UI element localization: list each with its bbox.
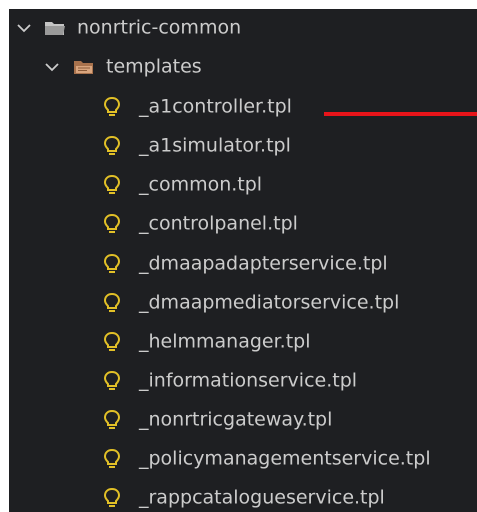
tree-file-item[interactable]: _helmmanager.tpl [9, 323, 477, 361]
file-explorer-panel: nonrtric-common templates _a1controller.… [9, 9, 477, 512]
lightbulb-icon [103, 96, 121, 116]
tree-file-item[interactable]: _dmaapmediatorservice.tpl [9, 284, 477, 322]
folder-open-icon [45, 22, 65, 35]
lightbulb-icon [103, 135, 121, 155]
tree-file-item[interactable]: _rappcatalogueservice.tpl [9, 479, 477, 512]
tree-file-label: _nonrtricgateway.tpl [139, 408, 333, 431]
lightbulb-icon [103, 487, 121, 507]
template-folder-icon [74, 61, 93, 74]
tree-folder-templates[interactable]: templates [9, 48, 477, 86]
tree-file-label: _informationservice.tpl [139, 369, 358, 392]
tree-file-label: _a1controller.tpl [139, 95, 292, 118]
tree-file-item[interactable]: _informationservice.tpl [9, 362, 477, 400]
tree-file-label: _helmmanager.tpl [139, 330, 311, 353]
tree-file-label: _policymanagementservice.tpl [139, 447, 431, 470]
tree-file-label: _a1simulator.tpl [139, 134, 291, 157]
tree-file-label: _dmaapmediatorservice.tpl [139, 291, 400, 314]
tree-file-item[interactable]: _common.tpl [9, 166, 477, 204]
lightbulb-icon [103, 370, 121, 390]
chevron-down-icon[interactable] [43, 58, 61, 76]
tree-folder-nonrtric-common[interactable]: nonrtric-common [9, 9, 477, 47]
tree-file-label: _common.tpl [139, 173, 263, 196]
tree-file-item[interactable]: _nonrtricgateway.tpl [9, 401, 477, 439]
tree-folder-label: templates [106, 55, 202, 78]
annotation-line [324, 112, 477, 116]
lightbulb-icon [103, 409, 121, 429]
tree-file-item[interactable]: _dmaapadapterservice.tpl [9, 245, 477, 283]
lightbulb-icon [103, 253, 121, 273]
tree-file-label: _controlpanel.tpl [139, 212, 298, 235]
tree-file-item[interactable]: _policymanagementservice.tpl [9, 440, 477, 478]
tree-file-label: _dmaapadapterservice.tpl [139, 252, 388, 275]
lightbulb-icon [103, 174, 121, 194]
lightbulb-icon [103, 331, 121, 351]
lightbulb-icon [103, 448, 121, 468]
tree-file-item[interactable]: _controlpanel.tpl [9, 205, 477, 243]
tree-file-item[interactable]: _a1simulator.tpl [9, 127, 477, 165]
tree-folder-label: nonrtric-common [77, 16, 242, 39]
tree-file-item[interactable]: _a1controller.tpl [9, 88, 477, 126]
tree-file-label: _rappcatalogueservice.tpl [139, 486, 385, 509]
lightbulb-icon [103, 292, 121, 312]
chevron-down-icon[interactable] [15, 19, 33, 37]
lightbulb-icon [103, 213, 121, 233]
